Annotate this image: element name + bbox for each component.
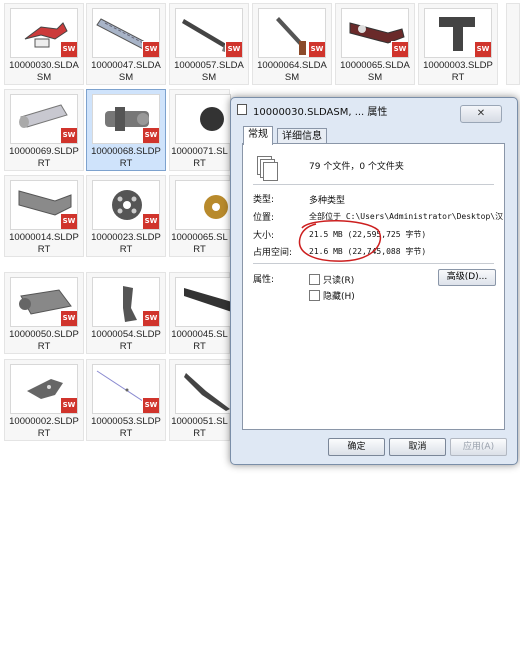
file-tile[interactable]: SW 10000002.SLDP RT — [4, 359, 84, 441]
file-name: 10000045.SL RT — [171, 329, 228, 352]
file-name: 10000065.SL RT — [171, 232, 228, 255]
ok-button[interactable]: 确定 — [328, 438, 385, 456]
file-name: 10000053.SLDP RT — [91, 416, 161, 439]
file-tile[interactable]: SW 10000054.SLDP RT — [86, 272, 166, 354]
attributes-label: 属性: — [253, 275, 275, 285]
file-thumbnail: SW — [258, 8, 326, 58]
file-name: 10000068.SLDP RT — [91, 146, 161, 169]
solidworks-icon: SW — [142, 310, 159, 326]
dialog-title-bar[interactable]: 10000030.SLDASM, ... 属性 ✕ — [237, 102, 507, 123]
multiple-files-icon — [257, 156, 278, 181]
file-thumbnail: SW — [424, 8, 492, 58]
location-label: 位置: — [253, 213, 275, 223]
file-tile[interactable]: SW 10000064.SLDA SM — [252, 3, 332, 85]
apply-button[interactable]: 应用(A) — [450, 438, 507, 456]
file-tile[interactable]: SW 10000053.SLDP RT — [86, 359, 166, 441]
solidworks-icon: SW — [60, 397, 77, 413]
dialog-title: 10000030.SLDASM, ... 属性 — [253, 107, 388, 118]
readonly-label[interactable]: 只读(R) — [323, 273, 354, 286]
file-tile[interactable]: SW 10000057.SLDA SM — [169, 3, 249, 85]
cancel-button[interactable]: 取消 — [389, 438, 446, 456]
size-label: 大小: — [253, 231, 275, 241]
file-thumbnail — [175, 180, 231, 230]
file-tile[interactable]: SW 10000003.SLDP RT — [418, 3, 498, 85]
solidworks-icon: SW — [308, 41, 325, 57]
file-name: 10000047.SLDA SM — [91, 60, 161, 83]
hidden-label[interactable]: 隐藏(H) — [323, 289, 355, 302]
hidden-checkbox[interactable] — [309, 290, 320, 301]
file-thumbnail: SW — [10, 94, 78, 144]
file-name: 10000002.SLDP RT — [9, 416, 79, 439]
type-label: 类型: — [253, 195, 275, 205]
file-name: 10000030.SLDA SM — [9, 60, 79, 83]
solidworks-icon: SW — [60, 127, 77, 143]
file-thumbnail: SW — [10, 364, 78, 414]
tab-details[interactable]: 详细信息 — [277, 128, 327, 144]
file-tile[interactable]: 10000045.SL RT — [169, 272, 231, 354]
size-value: 21.5 MB (22,595,725 字节) — [309, 230, 427, 239]
disk-size-label: 占用空间: — [253, 248, 293, 258]
file-name: 10000050.SLDP RT — [9, 329, 79, 352]
file-tile[interactable]: SW 10000014.SLDP RT — [4, 175, 84, 257]
divider — [253, 184, 494, 185]
file-tile[interactable]: SW 10000065.SLDA SM — [335, 3, 415, 85]
solidworks-icon: SW — [60, 310, 77, 326]
file-thumbnail: SW — [92, 8, 160, 58]
file-name: 10000064.SLDA SM — [257, 60, 327, 83]
file-name: 10000057.SLDA SM — [174, 60, 244, 83]
solidworks-icon: SW — [142, 213, 159, 229]
file-thumbnail: SW — [92, 364, 160, 414]
solidworks-icon: SW — [142, 127, 159, 143]
file-name: 10000071.SL RT — [171, 146, 228, 169]
document-icon — [237, 104, 247, 115]
file-count: 79 个文件，0 个文件夹 — [309, 162, 404, 172]
solidworks-icon: SW — [60, 41, 77, 57]
file-thumbnail — [175, 364, 231, 414]
file-tile[interactable]: SW 10000023.SLDP RT — [86, 175, 166, 257]
file-name: 10000065.SLDA SM — [340, 60, 410, 83]
solidworks-icon: SW — [391, 41, 408, 57]
tab-general[interactable]: 常规 — [243, 126, 273, 145]
file-tile[interactable]: SW 10000030.SLDA SM — [4, 3, 84, 85]
advanced-button[interactable]: 高级(D)... — [438, 269, 496, 286]
file-name: 10000003.SLDP RT — [423, 60, 493, 83]
solidworks-icon: SW — [474, 41, 491, 57]
file-thumbnail: SW — [92, 94, 160, 144]
file-name: 10000054.SLDP RT — [91, 329, 161, 352]
file-tile[interactable]: 10000051.SL RT — [169, 359, 231, 441]
file-tile[interactable]: SW 10000047.SLDA SM — [86, 3, 166, 85]
divider — [253, 263, 494, 264]
solidworks-icon: SW — [142, 41, 159, 57]
file-name: 10000023.SLDP RT — [91, 232, 161, 255]
file-thumbnail: SW — [92, 180, 160, 230]
file-tile[interactable]: SW 10000050.SLDP RT — [4, 272, 84, 354]
readonly-checkbox[interactable] — [309, 274, 320, 285]
properties-dialog: 10000030.SLDASM, ... 属性 ✕ 常规 详细信息 79 个文件… — [230, 97, 518, 465]
file-tile-partial[interactable] — [506, 3, 520, 85]
file-tile-selected[interactable]: SW 10000068.SLDP RT — [86, 89, 166, 171]
file-thumbnail: SW — [341, 8, 409, 58]
file-thumbnail: SW — [10, 277, 78, 327]
close-button[interactable]: ✕ — [460, 105, 502, 123]
file-thumbnail: SW — [10, 180, 78, 230]
file-name: 10000051.SL RT — [171, 416, 228, 439]
file-thumbnail: SW — [10, 8, 78, 58]
file-name: 10000069.SLDP RT — [9, 146, 79, 169]
type-value: 多种类型 — [309, 196, 346, 206]
file-thumbnail: SW — [175, 8, 243, 58]
file-thumbnail — [175, 277, 231, 327]
solidworks-icon: SW — [60, 213, 77, 229]
file-tile[interactable]: 10000065.SL RT — [169, 175, 231, 257]
file-tile[interactable]: SW 10000069.SLDP RT — [4, 89, 84, 171]
file-name: 10000014.SLDP RT — [9, 232, 79, 255]
file-thumbnail: SW — [92, 277, 160, 327]
solidworks-icon: SW — [225, 41, 242, 57]
file-tile[interactable]: 10000071.SL RT — [169, 89, 231, 171]
general-panel: 79 个文件，0 个文件夹 类型: 多种类型 位置: 全部位于 C:\Users… — [242, 143, 505, 430]
file-thumbnail — [175, 94, 231, 144]
solidworks-icon: SW — [142, 397, 159, 413]
location-value: 全部位于 C:\Users\Administrator\Desktop\汉 — [309, 212, 504, 221]
disk-size-value: 21.6 MB (22,745,088 字节) — [309, 247, 427, 256]
